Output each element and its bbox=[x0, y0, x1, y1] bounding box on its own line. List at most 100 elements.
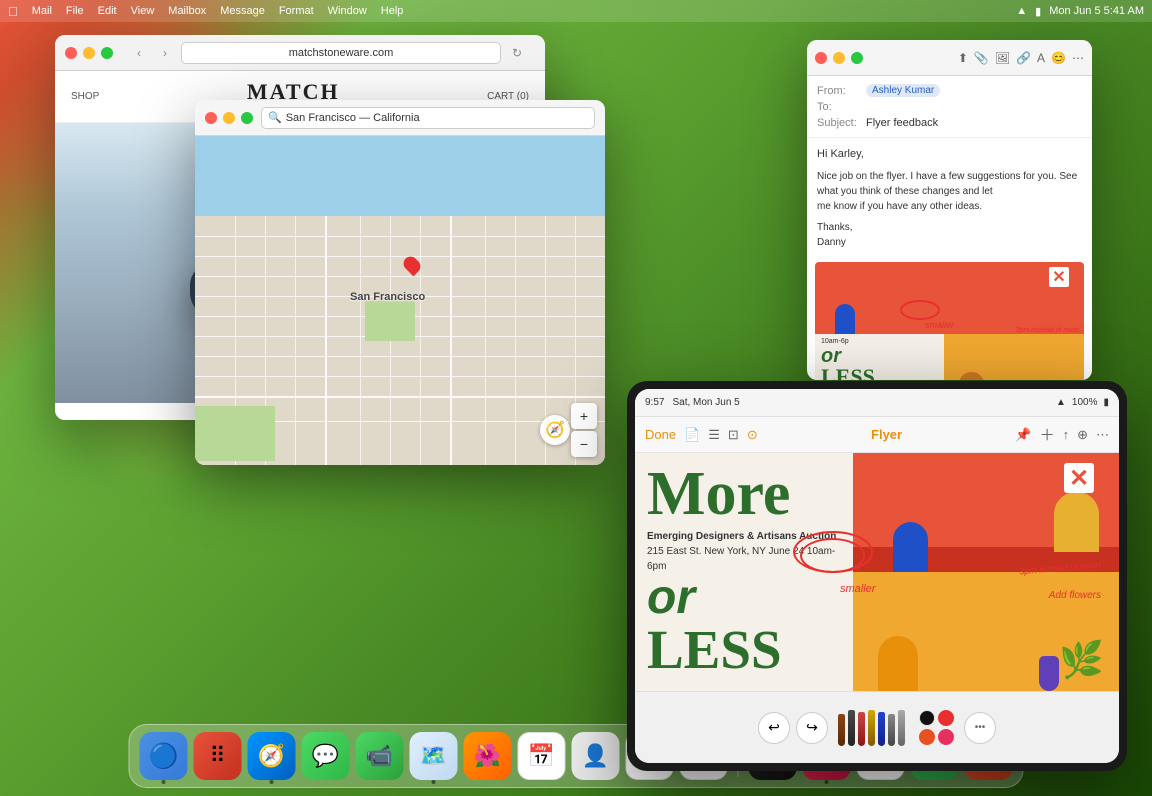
ipad-doc-title: Flyer bbox=[871, 427, 902, 442]
pen-tool-4[interactable] bbox=[868, 710, 875, 746]
pen-tool-7[interactable] bbox=[898, 710, 905, 746]
shop-nav[interactable]: SHOP bbox=[71, 91, 99, 102]
dock-launchpad[interactable]: ⠿ bbox=[194, 732, 242, 780]
undo-button[interactable]: ↩ bbox=[758, 712, 790, 744]
color-orange-red[interactable] bbox=[919, 729, 935, 745]
ipad-toolbar-left[interactable]: Done 📄 ☰ ⊡ ⊙ bbox=[645, 427, 758, 443]
maps-content[interactable]: San Francisco 🧭 + − bbox=[195, 136, 605, 465]
send-icon[interactable]: ⬆ bbox=[958, 51, 968, 65]
battery-icon: ▮ bbox=[1035, 5, 1041, 18]
menu-item-file[interactable]: File bbox=[66, 5, 84, 17]
menu-item-help[interactable]: Help bbox=[381, 5, 404, 17]
add-icon[interactable]: ＋ bbox=[1040, 424, 1055, 445]
color-swatches[interactable] bbox=[919, 710, 954, 745]
dock-maps[interactable]: 🗺️ bbox=[410, 732, 458, 780]
color-red[interactable] bbox=[938, 710, 954, 726]
refresh-button[interactable]: ↻ bbox=[507, 43, 527, 63]
pen-tool-1[interactable] bbox=[838, 714, 845, 746]
mail-window[interactable]: ⬆ 📎 🖼 🔗 A 😊 ⋯ From: Ashley Kumar To: Sub… bbox=[807, 40, 1092, 380]
back-button[interactable]: ‹ bbox=[129, 43, 149, 63]
minimize-button[interactable] bbox=[83, 47, 95, 59]
back-button[interactable]: Done bbox=[645, 427, 676, 442]
close-button[interactable] bbox=[65, 47, 77, 59]
format-icon[interactable]: A bbox=[1037, 51, 1045, 65]
maximize-button[interactable] bbox=[241, 112, 253, 124]
address-bar[interactable]: matchstoneware.com bbox=[181, 42, 501, 64]
list-icon[interactable]: ☰ bbox=[708, 427, 720, 443]
menu-item-window[interactable]: Window bbox=[328, 5, 367, 17]
photos-icon: 🌺 bbox=[474, 743, 501, 769]
datetime: Mon Jun 5 5:41 AM bbox=[1049, 5, 1144, 17]
dock-facetime[interactable]: 📹 bbox=[356, 732, 404, 780]
subject-label: Subject: bbox=[817, 117, 862, 129]
more-icon[interactable]: ⋯ bbox=[1096, 427, 1109, 443]
collaborate-icon[interactable]: ⊕ bbox=[1077, 427, 1088, 443]
annotation-text-3pm: 3pm instead of noon bbox=[1016, 327, 1079, 334]
ipad-toolbar[interactable]: Done 📄 ☰ ⊡ ⊙ Flyer 📌 ＋ ↑ ⊕ ⋯ bbox=[635, 417, 1119, 453]
menu-item-view[interactable]: View bbox=[131, 5, 155, 17]
pen-tools-group[interactable] bbox=[838, 710, 905, 746]
options-button[interactable]: ••• bbox=[964, 712, 996, 744]
redo-button[interactable]: ↪ bbox=[796, 712, 828, 744]
dock-calendar[interactable]: 📅 bbox=[518, 732, 566, 780]
maps-traffic-lights[interactable] bbox=[205, 112, 253, 124]
forward-button[interactable]: › bbox=[155, 43, 175, 63]
pen-tool-3[interactable] bbox=[858, 712, 865, 746]
ipad-drawing-toolbar[interactable]: ↩ ↪ ••• bbox=[635, 691, 1119, 763]
photo-icon[interactable]: 🖼 bbox=[995, 51, 1010, 65]
ipad-flyer-more-text: More bbox=[647, 463, 841, 525]
dock-safari[interactable]: 🧭 bbox=[248, 732, 296, 780]
maps-controls[interactable]: + − bbox=[571, 403, 597, 457]
doc-icon[interactable]: 📄 bbox=[684, 427, 700, 443]
apple-menu-icon[interactable]:  bbox=[8, 4, 18, 19]
close-button[interactable] bbox=[815, 52, 827, 64]
color-black[interactable] bbox=[919, 710, 935, 726]
zoom-out-button[interactable]: − bbox=[571, 431, 597, 457]
map-street-v9 bbox=[485, 216, 486, 465]
dock-photos[interactable]: 🌺 bbox=[464, 732, 512, 780]
dock-contacts[interactable]: 👤 bbox=[572, 732, 620, 780]
maximize-button[interactable] bbox=[851, 52, 863, 64]
more-icon[interactable]: ⋯ bbox=[1072, 51, 1084, 65]
maps-window[interactable]: 🔍 San Francisco — California bbox=[195, 100, 605, 465]
menu-item-mail[interactable]: Mail bbox=[32, 5, 52, 17]
wifi-icon: ▲ bbox=[1016, 5, 1027, 17]
map-street-h8 bbox=[195, 376, 605, 377]
ipad-door bbox=[893, 522, 928, 572]
ipad-flyer-or-text: or bbox=[647, 574, 841, 622]
pin-icon[interactable]: 📌 bbox=[1015, 427, 1031, 443]
menu-item-format[interactable]: Format bbox=[279, 5, 314, 17]
dock-messages[interactable]: 💬 bbox=[302, 732, 350, 780]
share-icon[interactable]: ↑ bbox=[1063, 427, 1070, 442]
traffic-lights[interactable] bbox=[65, 47, 113, 59]
ipad-toolbar-right[interactable]: 📌 ＋ ↑ ⊕ ⋯ bbox=[1015, 424, 1109, 445]
emoji-icon[interactable]: 😊 bbox=[1051, 51, 1066, 65]
slideshow-icon[interactable]: ⊡ bbox=[728, 427, 739, 443]
color-pink-red[interactable] bbox=[938, 729, 954, 745]
menu-item-message[interactable]: Message bbox=[220, 5, 265, 17]
shop-link[interactable]: SHOP bbox=[71, 91, 99, 102]
pen-tool-2[interactable] bbox=[848, 710, 855, 746]
ipad-status-left: 9:57 Sat, Mon Jun 5 bbox=[645, 397, 740, 408]
pen-tool-6[interactable] bbox=[888, 714, 895, 746]
minimize-button[interactable] bbox=[833, 52, 845, 64]
close-button[interactable] bbox=[205, 112, 217, 124]
search-icon: 🔍 bbox=[268, 111, 282, 124]
attach-icon[interactable]: 📎 bbox=[974, 51, 989, 65]
compass-icon[interactable]: 🧭 bbox=[540, 415, 570, 445]
minimize-button[interactable] bbox=[223, 112, 235, 124]
settings-icon[interactable]: ⊙ bbox=[747, 427, 758, 443]
menu-item-edit[interactable]: Edit bbox=[98, 5, 117, 17]
ipad-status-right: ▲ 100% ▮ bbox=[1056, 397, 1109, 408]
link-icon[interactable]: 🔗 bbox=[1016, 51, 1031, 65]
maximize-button[interactable] bbox=[101, 47, 113, 59]
mail-traffic-lights[interactable] bbox=[815, 52, 863, 64]
map-park2 bbox=[365, 301, 415, 341]
ipad-screen[interactable]: 9:57 Sat, Mon Jun 5 ▲ 100% ▮ Done 📄 ☰ ⊡ … bbox=[635, 389, 1119, 763]
pen-tool-5[interactable] bbox=[878, 712, 885, 746]
from-chip[interactable]: Ashley Kumar bbox=[866, 84, 940, 97]
zoom-in-button[interactable]: + bbox=[571, 403, 597, 429]
dock-finder[interactable]: 🔵 bbox=[140, 732, 188, 780]
menu-item-mailbox[interactable]: Mailbox bbox=[168, 5, 206, 17]
maps-search[interactable]: 🔍 San Francisco — California bbox=[261, 107, 595, 129]
